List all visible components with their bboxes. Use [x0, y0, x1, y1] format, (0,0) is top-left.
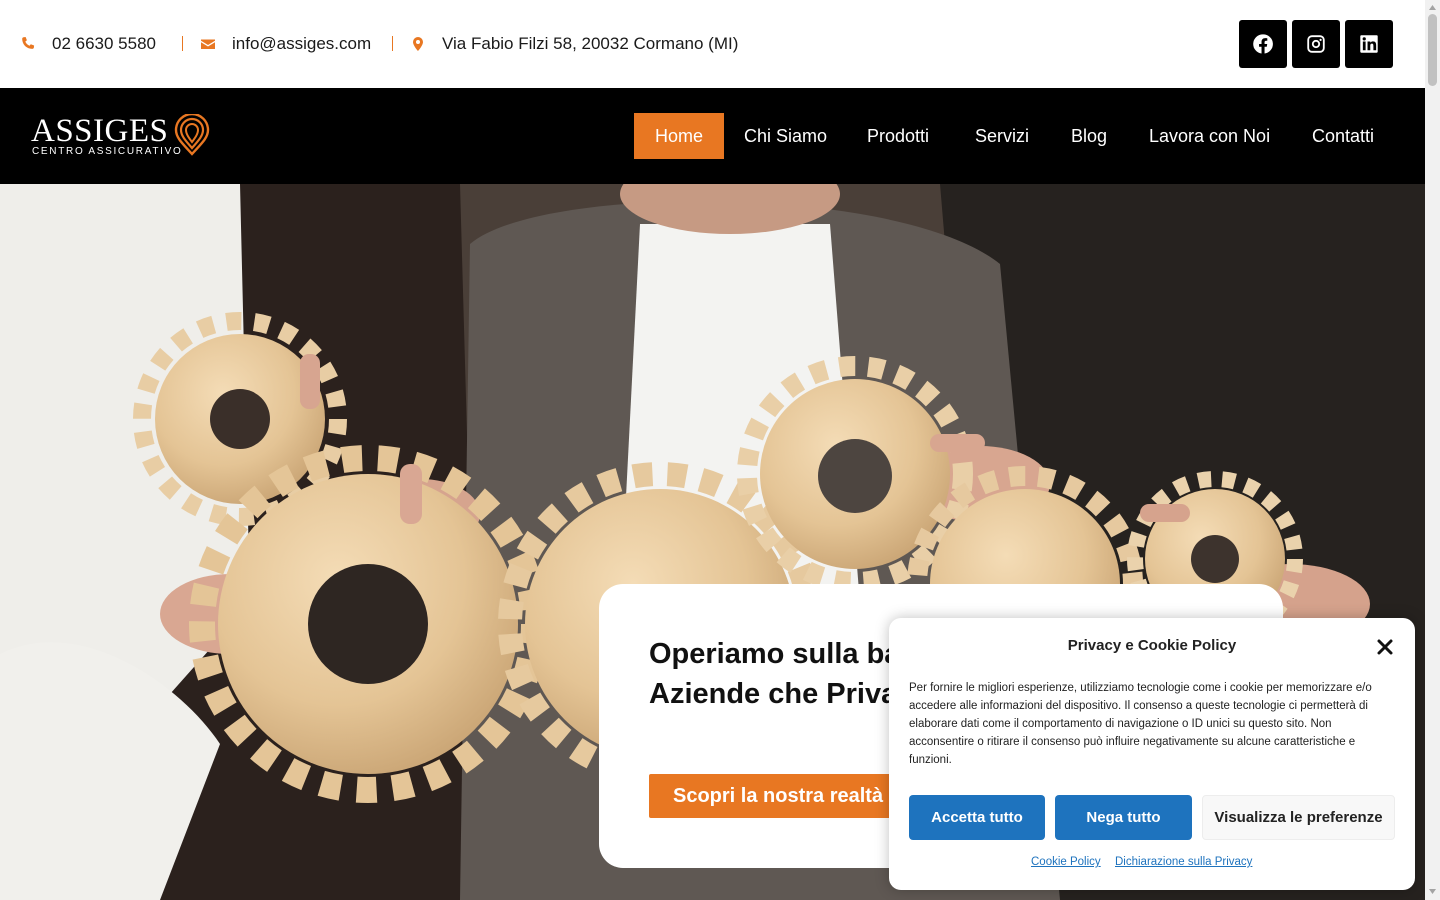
- nav-prodotti[interactable]: Prodotti: [867, 113, 929, 159]
- address-text[interactable]: Via Fabio Filzi 58, 20032 Cormano (MI): [442, 34, 738, 54]
- phone-number[interactable]: 02 6630 5580: [52, 34, 156, 54]
- facebook-button[interactable]: [1239, 20, 1287, 68]
- divider: [182, 36, 183, 51]
- logo-subtitle: CENTRO ASSICURATIVO: [32, 146, 183, 157]
- assiges-logo[interactable]: ASSIGES CENTRO ASSICURATIVO: [31, 112, 213, 160]
- address-contact[interactable]: Via Fabio Filzi 58, 20032 Cormano (MI): [410, 0, 738, 88]
- logo-wordmark: ASSIGES: [31, 113, 169, 149]
- top-contact-bar: 02 6630 5580 info@assiges.com Via Fabio …: [0, 0, 1425, 88]
- privacy-statement-link[interactable]: Dichiarazione sulla Privacy: [1115, 856, 1252, 868]
- main-navbar: ASSIGES CENTRO ASSICURATIVO Home Chi Sia…: [0, 88, 1425, 184]
- close-icon: [1377, 639, 1393, 655]
- cookie-title: Privacy e Cookie Policy: [1067, 637, 1237, 654]
- divider: [392, 36, 393, 51]
- phone-contact[interactable]: 02 6630 5580: [20, 0, 156, 88]
- deny-all-button[interactable]: Nega tutto: [1055, 795, 1192, 840]
- scroll-thumb[interactable]: [1428, 14, 1437, 86]
- scroll-up-arrow-icon[interactable]: [1428, 3, 1437, 12]
- email-contact[interactable]: info@assiges.com: [200, 0, 371, 88]
- facebook-icon: [1253, 34, 1273, 54]
- discover-button[interactable]: Scopri la nostra realtà: [649, 774, 908, 818]
- linkedin-button[interactable]: [1345, 20, 1393, 68]
- nav-chi-siamo[interactable]: Chi Siamo: [744, 113, 827, 159]
- instagram-icon: [1307, 35, 1325, 53]
- accept-all-button[interactable]: Accetta tutto: [909, 795, 1045, 840]
- cookie-policy-link[interactable]: Cookie Policy: [1031, 856, 1101, 868]
- nav-home[interactable]: Home: [634, 113, 724, 159]
- envelope-icon: [201, 39, 215, 49]
- linkedin-icon: [1360, 35, 1378, 53]
- cookie-consent-dialog: Privacy e Cookie Policy Per fornire le m…: [889, 618, 1415, 890]
- instagram-button[interactable]: [1292, 20, 1340, 68]
- close-button[interactable]: [1375, 637, 1395, 657]
- email-address[interactable]: info@assiges.com: [232, 34, 371, 54]
- cookie-description: Per fornire le migliori esperienze, util…: [909, 682, 1372, 766]
- phone-icon: [22, 37, 35, 49]
- view-preferences-button[interactable]: Visualizza le preferenze: [1202, 795, 1395, 840]
- scroll-down-arrow-icon[interactable]: [1428, 887, 1437, 896]
- nav-contatti[interactable]: Contatti: [1312, 113, 1374, 159]
- nav-servizi[interactable]: Servizi: [975, 113, 1029, 159]
- map-marker-icon: [413, 37, 423, 51]
- nav-blog[interactable]: Blog: [1071, 113, 1107, 159]
- page-scrollbar[interactable]: [1425, 0, 1440, 900]
- nav-lavora-con-noi[interactable]: Lavora con Noi: [1149, 113, 1270, 159]
- logo-mark-icon: [174, 114, 210, 156]
